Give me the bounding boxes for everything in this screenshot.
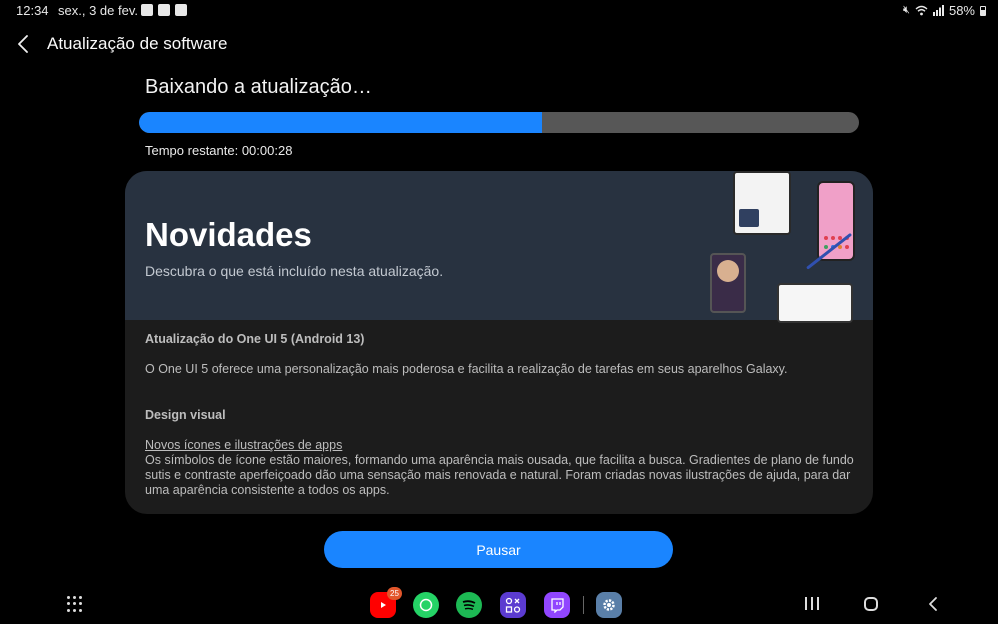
update-heading: Atualização do One UI 5 (Android 13)	[145, 332, 365, 346]
spotify-app-icon[interactable]	[456, 592, 482, 618]
page-title: Atualização de software	[47, 34, 228, 53]
tiktok-notification-icon	[158, 4, 170, 16]
new-icons-description: Os símbolos de ícone estão maiores, form…	[145, 453, 854, 497]
whats-new-card[interactable]: Novidades Descubra o que está incluído n…	[125, 171, 873, 514]
navigation-bar: 25	[0, 586, 998, 624]
pause-button[interactable]: Pausar	[324, 531, 673, 568]
signal-icon	[932, 5, 944, 16]
banner-title: Novidades	[145, 216, 312, 253]
design-section-heading: Design visual	[145, 408, 226, 422]
recent-apps-button[interactable]	[805, 597, 819, 610]
time-remaining: Tempo restante: 00:00:28	[145, 143, 293, 158]
system-status: 🔇︎ 58%	[903, 3, 986, 18]
nav-back-button[interactable]	[927, 596, 939, 612]
youtube-notification-icon	[141, 4, 153, 16]
app-drawer-icon[interactable]	[67, 596, 83, 612]
status-bar: 12:34 sex., 3 de fev. 🔇︎ 58%	[0, 0, 998, 22]
home-button[interactable]	[864, 597, 878, 611]
banner-subtitle: Descubra o que está incluído nesta atual…	[145, 263, 444, 279]
battery-icon	[980, 5, 986, 16]
status-date: sex., 3 de fev.	[58, 3, 138, 18]
settings-app-icon[interactable]	[596, 592, 622, 618]
status-time: 12:34	[16, 3, 49, 18]
download-progress-fill	[139, 112, 543, 133]
dock-separator	[583, 596, 584, 614]
download-progress-bar	[139, 112, 859, 133]
youtube-badge: 25	[387, 587, 402, 600]
tablet-device-illustration	[777, 283, 853, 323]
whatsapp-app-icon[interactable]	[413, 592, 439, 618]
twitch-app-icon[interactable]	[544, 592, 570, 618]
download-title: Baixando a atualização…	[145, 76, 372, 98]
whats-new-banner: Novidades Descubra o que está incluído n…	[125, 171, 873, 323]
mute-icon: 🔇︎	[903, 4, 910, 16]
game-launcher-app-icon[interactable]	[500, 592, 526, 618]
back-button[interactable]	[12, 32, 34, 56]
chevron-left-icon	[18, 35, 28, 53]
phone-device-illustration	[817, 181, 855, 261]
youtube-app-icon[interactable]: 25	[370, 587, 402, 618]
foldable-device-illustration	[733, 171, 791, 235]
notification-icons	[141, 4, 187, 16]
new-icons-link[interactable]: Novos ícones e ilustrações de apps	[145, 438, 857, 453]
battery-percent: 58%	[948, 3, 975, 18]
wifi-icon	[915, 5, 928, 16]
flip-device-illustration	[710, 253, 746, 313]
gallery-notification-icon	[175, 4, 187, 16]
update-description: O One UI 5 oferece uma personalização ma…	[145, 362, 788, 376]
